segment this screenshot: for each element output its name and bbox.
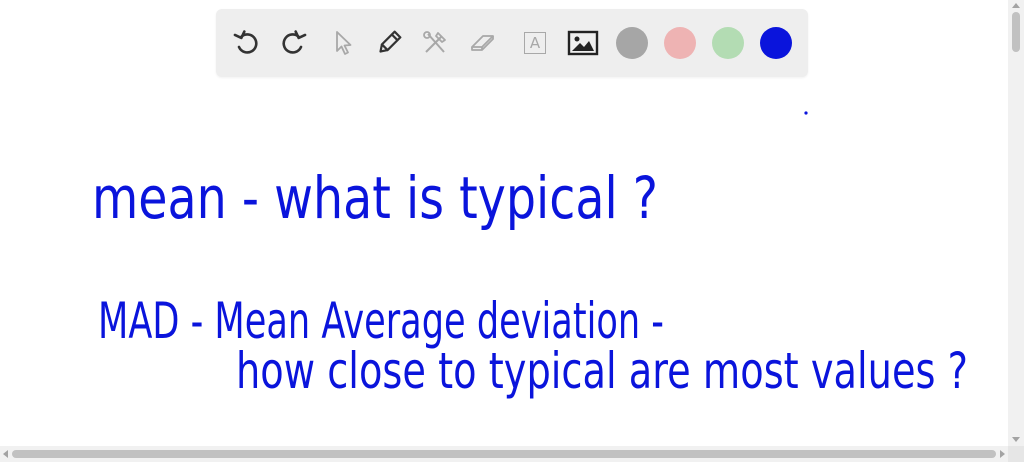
scroll-right-arrow[interactable] (1000, 450, 1005, 458)
scroll-down-arrow[interactable] (1012, 437, 1020, 442)
vertical-scroll-thumb[interactable] (1012, 12, 1020, 52)
note-line-mean: mean - what is typical ? (92, 164, 658, 232)
scroll-up-arrow[interactable] (1012, 3, 1020, 8)
horizontal-scrollbar[interactable] (0, 446, 1008, 462)
note-line-question: how close to typical are most values ? (236, 342, 968, 400)
scrollbar-corner (1008, 446, 1024, 462)
whiteboard-canvas[interactable]: A mean - what is typical ? MAD - Mean Av… (0, 0, 1008, 446)
scroll-left-arrow[interactable] (3, 450, 8, 458)
handwritten-notes: mean - what is typical ? MAD - Mean Aver… (92, 111, 968, 400)
vertical-scrollbar[interactable] (1008, 0, 1024, 446)
horizontal-scroll-thumb[interactable] (12, 450, 996, 458)
stray-ink-dot (804, 111, 808, 115)
